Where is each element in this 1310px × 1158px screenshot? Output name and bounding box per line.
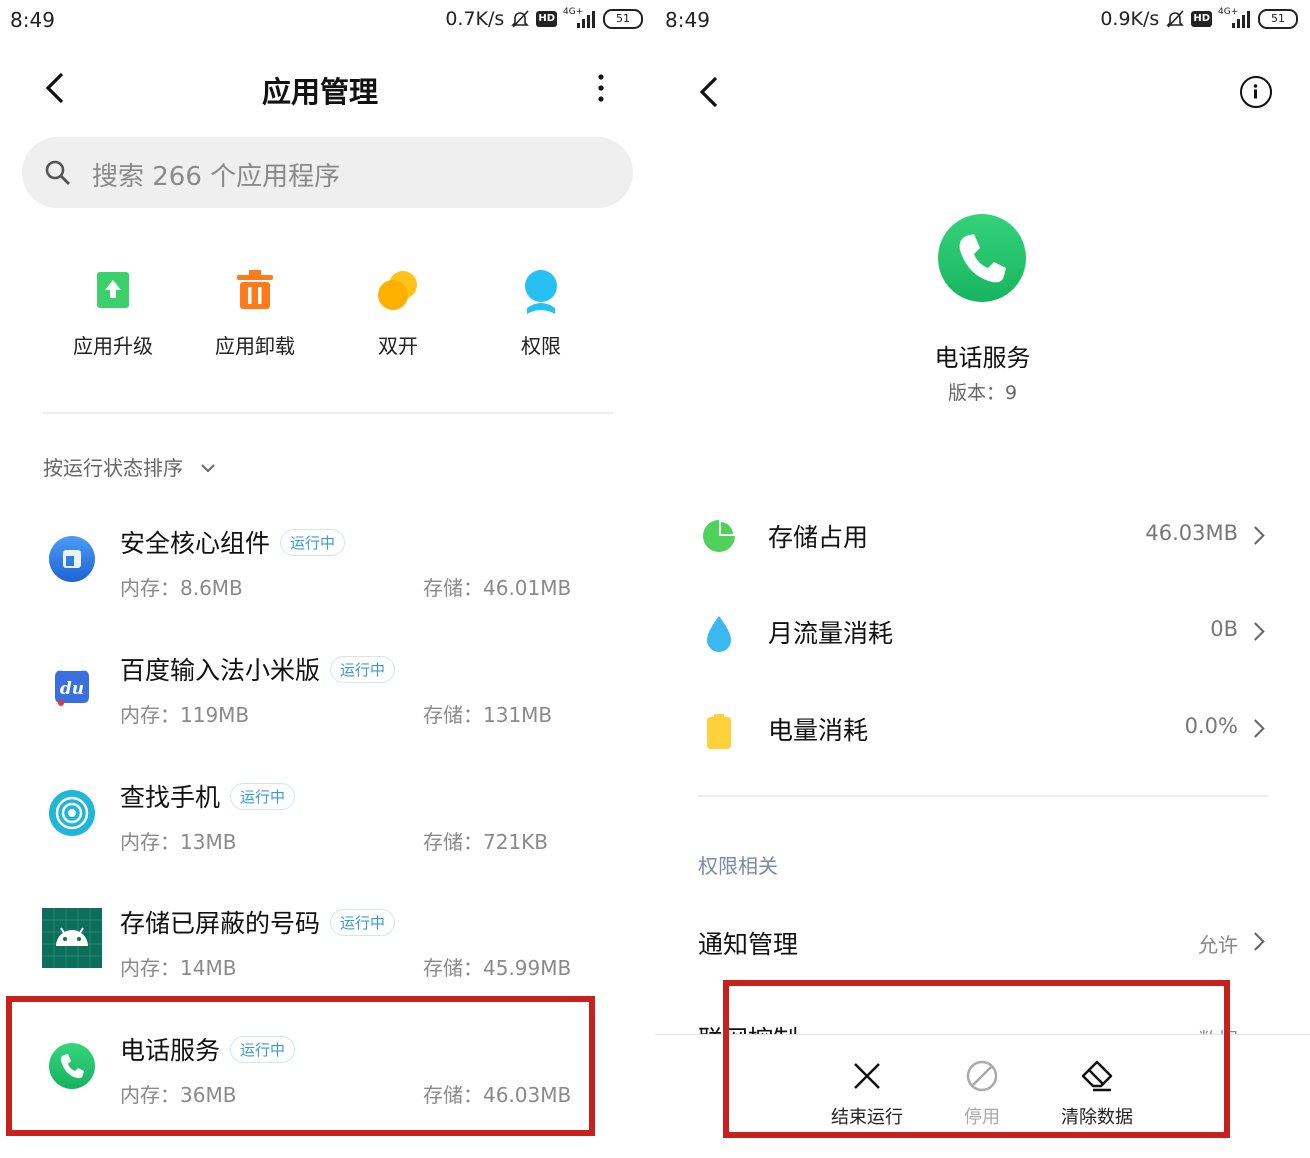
status-badge: 运行中 <box>280 529 346 556</box>
highlight-box <box>6 996 595 1136</box>
quick-action-dual-app[interactable]: 双开 <box>333 268 463 359</box>
back-button[interactable] <box>692 72 732 112</box>
app-memory: 内存：14MB <box>120 956 237 980</box>
quick-action-label: 应用卸载 <box>215 334 295 358</box>
app-name: 存储已屏蔽的号码 运行中 <box>120 904 396 940</box>
app-storage: 存储：131MB <box>423 703 553 727</box>
info-icon <box>1253 84 1258 99</box>
app-version: 版本：9 <box>947 382 1018 404</box>
app-row[interactable]: 安全核心组件 运行中 内存：8.6MB 存储：46.01MB <box>0 506 655 626</box>
app-memory: 内存：8.6MB <box>120 576 243 600</box>
stat-value: 0B <box>1210 617 1238 641</box>
app-name: 安全核心组件 运行中 <box>120 524 346 560</box>
app-memory: 内存：13MB <box>120 830 237 854</box>
status-badge: 运行中 <box>230 783 296 810</box>
sort-dropdown[interactable]: 按运行状态排序 <box>43 452 217 481</box>
stat-value: 46.03MB <box>1145 521 1238 545</box>
hd-icon: HD <box>536 11 557 27</box>
section-label: 权限相关 <box>698 854 778 878</box>
chevron-right-icon <box>1246 719 1265 738</box>
stat-label: 电量消耗 <box>768 716 869 745</box>
upgrade-icon <box>91 268 135 312</box>
search-bar[interactable]: 搜索 266 个应用程序 <box>22 137 633 208</box>
stat-label: 月流量消耗 <box>768 619 894 648</box>
battery-icon <box>701 711 737 749</box>
chevron-left-icon <box>45 72 64 104</box>
stat-label: 存储占用 <box>768 523 869 552</box>
quick-action-label: 权限 <box>521 334 561 358</box>
app-row[interactable]: 存储已屏蔽的号码 运行中 内存：14MB 存储：45.99MB <box>0 886 655 1006</box>
signal-icon: 4G+ <box>563 7 597 29</box>
battery-indicator: 51 <box>1258 9 1298 29</box>
quick-action-upgrade[interactable]: 应用升级 <box>48 268 178 359</box>
trash-icon <box>233 268 277 312</box>
quick-action-label: 应用升级 <box>73 334 153 358</box>
battery-indicator: 51 <box>603 9 643 29</box>
water-drop-icon <box>701 614 737 652</box>
app-row[interactable]: 查找手机 运行中 内存：13MB 存储：721KB <box>0 760 655 880</box>
app-memory: 内存：119MB <box>120 703 250 727</box>
info-button[interactable] <box>1240 76 1272 108</box>
app-title: 电话服务 <box>934 344 1031 372</box>
dual-app-icon <box>376 268 420 312</box>
chevron-right-icon <box>1246 932 1265 951</box>
svg-text:du: du <box>60 679 84 699</box>
permission-icon <box>519 268 563 314</box>
app-storage: 存储：721KB <box>423 830 549 854</box>
app-management-screen: 8:49 0.7K/s HD 4G+ 51 应用管理 搜索 266 个应用程序 … <box>0 0 655 1158</box>
mute-icon <box>511 10 530 28</box>
signal-icon: 4G+ <box>1218 7 1252 29</box>
stat-value: 0.0% <box>1184 714 1238 738</box>
quick-action-label: 双开 <box>378 334 418 358</box>
search-input[interactable]: 搜索 266 个应用程序 <box>92 156 340 193</box>
app-row[interactable]: du 百度输入法小米版 运行中 内存：119MB 存储：131MB <box>0 633 655 753</box>
security-core-icon <box>49 536 95 582</box>
status-icons: 0.9K/s HD 4G+ 51 <box>1100 7 1298 30</box>
app-name: 百度输入法小米版 运行中 <box>120 651 396 687</box>
status-bar: 8:49 0.7K/s HD 4G+ 51 <box>0 0 655 40</box>
hd-icon: HD <box>1191 11 1212 27</box>
quick-action-permission[interactable]: 权限 <box>476 268 606 359</box>
app-storage: 存储：46.01MB <box>423 576 572 600</box>
chevron-right-icon <box>1246 622 1265 641</box>
sort-label: 按运行状态排序 <box>43 456 183 480</box>
baidu-input-icon: du <box>49 663 95 709</box>
pie-chart-icon <box>701 518 737 554</box>
network-speed: 0.9K/s <box>1100 8 1160 30</box>
status-time: 8:49 <box>665 8 710 32</box>
android-icon <box>42 908 102 968</box>
status-bar: 8:49 0.9K/s HD 4G+ 51 <box>655 0 1310 40</box>
permission-label: 通知管理 <box>698 930 799 959</box>
quick-action-uninstall[interactable]: 应用卸载 <box>190 268 320 359</box>
mute-icon <box>1166 10 1185 28</box>
notification-management-row[interactable]: 通知管理 允许 <box>655 925 1310 985</box>
find-phone-icon <box>49 790 95 836</box>
chevron-right-icon <box>1246 526 1265 545</box>
storage-usage-row[interactable]: 存储占用 46.03MB <box>655 494 1310 584</box>
chevron-left-icon <box>699 76 718 108</box>
data-usage-row[interactable]: 月流量消耗 0B <box>655 590 1310 680</box>
status-badge: 运行中 <box>330 656 396 683</box>
highlight-box <box>723 980 1230 1138</box>
battery-usage-row[interactable]: 电量消耗 0.0% <box>655 687 1310 777</box>
permission-value: 允许 <box>1198 933 1238 957</box>
divider <box>43 412 613 414</box>
status-icons: 0.7K/s HD 4G+ 51 <box>445 7 643 30</box>
search-icon <box>45 160 70 185</box>
status-badge: 运行中 <box>330 909 396 936</box>
app-storage: 存储：45.99MB <box>423 956 572 980</box>
chevron-down-icon <box>201 464 216 473</box>
app-name: 查找手机 运行中 <box>120 778 296 814</box>
phone-icon <box>938 214 1026 302</box>
divider <box>698 795 1268 797</box>
network-speed: 0.7K/s <box>445 8 505 30</box>
more-menu-button[interactable] <box>594 70 608 110</box>
status-time: 8:49 <box>10 8 55 32</box>
app-detail-screen: 8:49 0.9K/s HD 4G+ 51 电话服务 版本：9 存储占用 46.… <box>655 0 1310 1158</box>
more-vertical-icon <box>598 74 604 102</box>
page-title: 应用管理 <box>262 75 379 109</box>
back-button[interactable] <box>38 68 78 108</box>
